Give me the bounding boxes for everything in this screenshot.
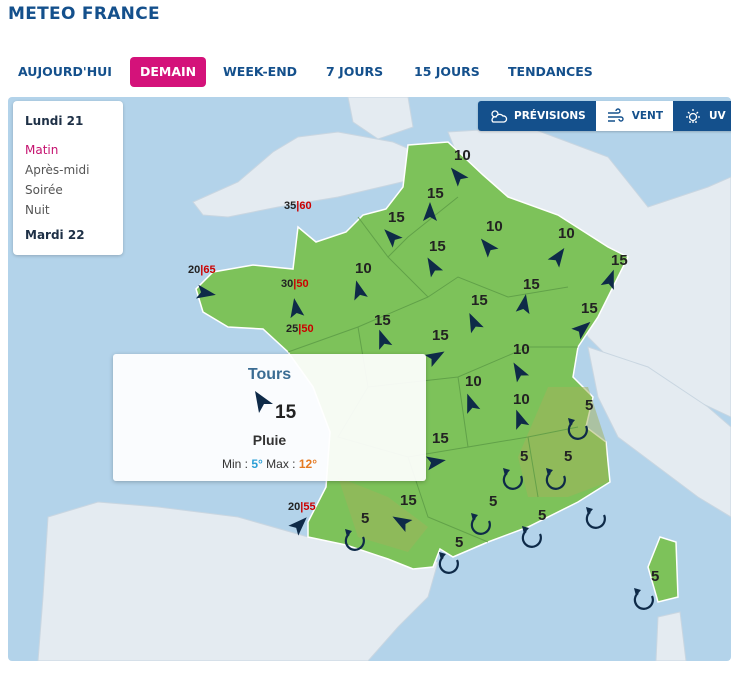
wind-arrow-icon bbox=[480, 238, 499, 258]
calm-wind-icon bbox=[502, 472, 523, 490]
popup-min-max: Min : 5° Max : 12° bbox=[221, 457, 318, 471]
wind-arrow-icon bbox=[423, 202, 437, 221]
wind-arrow-icon bbox=[379, 329, 393, 350]
wind-arrow-icon bbox=[424, 351, 445, 368]
wind-arrow-icon bbox=[450, 167, 469, 187]
wind-direction-arrow-icon bbox=[255, 391, 273, 413]
calm-wind-icon bbox=[585, 511, 606, 529]
wind-arrow-icon bbox=[600, 269, 614, 290]
popup-condition: Pluie bbox=[252, 432, 287, 448]
tab-tomorrow[interactable]: DEMAIN bbox=[130, 57, 207, 87]
wind-arrow-icon bbox=[427, 257, 444, 278]
wind-arrow-icon bbox=[288, 517, 307, 536]
tab-today[interactable]: AUJOURD'HUI bbox=[18, 57, 112, 87]
tab-7-days[interactable]: 7 JOURS bbox=[326, 57, 383, 87]
wind-arrow-icon bbox=[392, 516, 413, 533]
wind-arrow-icon bbox=[290, 298, 305, 319]
calm-wind-icon bbox=[545, 472, 566, 490]
calm-wind-icon bbox=[344, 533, 365, 551]
tab-weekend[interactable]: WEEK-END bbox=[223, 57, 297, 87]
wind-arrow-icon bbox=[425, 456, 446, 471]
weather-map[interactable]: Lundi 21 Matin Après-midi Soirée Nuit Ma… bbox=[8, 97, 731, 661]
city-forecast-popup[interactable]: Tours 15 Pluie Min : 5° Max : 12° bbox=[113, 354, 426, 481]
tab-trends[interactable]: TENDANCES bbox=[508, 57, 593, 87]
wind-arrow-icon bbox=[354, 280, 368, 301]
calm-wind-icon bbox=[521, 530, 542, 548]
calm-wind-icon bbox=[633, 592, 654, 610]
popup-city-name: Tours bbox=[247, 366, 292, 383]
wind-arrow-icon bbox=[516, 409, 530, 430]
wind-arrow-icon bbox=[384, 229, 403, 248]
wind-arrow-icon bbox=[469, 313, 484, 334]
wind-arrow-icon bbox=[571, 321, 591, 340]
calm-wind-icon bbox=[567, 422, 588, 440]
calm-wind-icon bbox=[438, 556, 459, 574]
wind-arrow-icon bbox=[547, 247, 565, 268]
app-title: METEO FRANCE bbox=[8, 4, 160, 24]
wind-arrow-icon bbox=[513, 362, 530, 383]
tab-15-days[interactable]: 15 JOURS bbox=[414, 57, 480, 87]
wind-arrow-icon bbox=[195, 284, 216, 299]
wind-arrow-icon bbox=[515, 294, 530, 315]
wind-arrow-icon bbox=[467, 393, 481, 414]
calm-wind-icon bbox=[470, 517, 491, 535]
popup-wind-speed: 15 bbox=[275, 402, 297, 423]
